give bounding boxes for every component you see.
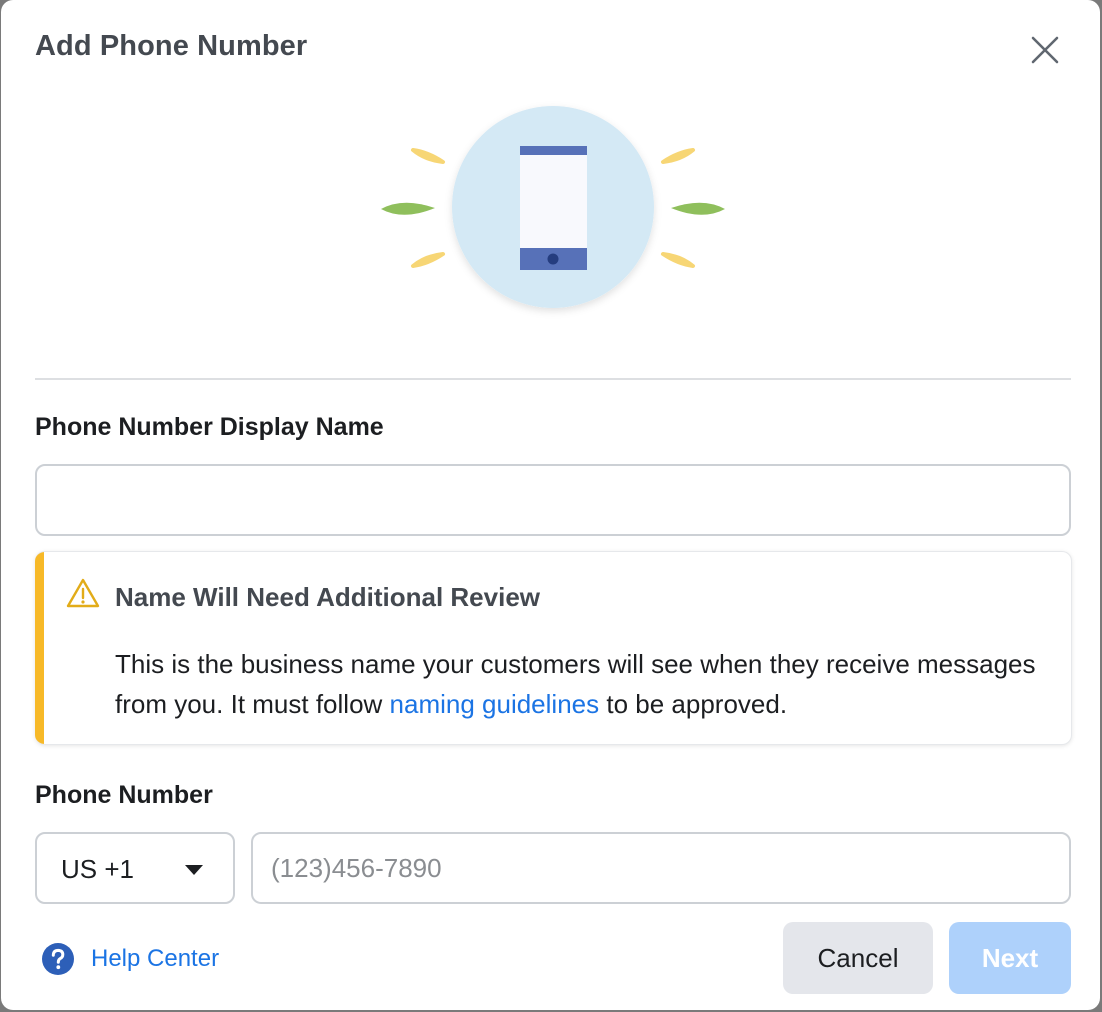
- phone-illustration: [373, 100, 733, 320]
- phone-number-input[interactable]: [251, 832, 1071, 904]
- add-phone-number-dialog: Add Phone Number Phone Number Display Na…: [1, 0, 1100, 1010]
- warning-accent-bar: [35, 552, 44, 744]
- caret-down-icon: [185, 865, 203, 875]
- warning-triangle-icon: [66, 578, 100, 608]
- question-circle-icon: [42, 943, 74, 975]
- dialog-title: Add Phone Number: [35, 30, 308, 62]
- review-warning-card: Name Will Need Additional Review This is…: [35, 551, 1072, 745]
- country-code-value: US +1: [61, 854, 134, 884]
- smartphone-icon: [381, 106, 725, 308]
- cancel-button[interactable]: Cancel: [783, 922, 933, 994]
- country-code-select[interactable]: US +1: [35, 832, 235, 904]
- warning-body-text-end: to be approved.: [599, 689, 788, 719]
- close-button[interactable]: [1027, 32, 1063, 68]
- naming-guidelines-link[interactable]: naming guidelines: [390, 689, 600, 719]
- section-divider: [35, 378, 1071, 380]
- phone-number-label: Phone Number: [35, 781, 213, 809]
- help-center-link[interactable]: Help Center: [41, 941, 219, 977]
- warning-title: Name Will Need Additional Review: [115, 582, 541, 612]
- next-button[interactable]: Next: [949, 922, 1071, 994]
- close-icon: [1031, 36, 1059, 64]
- help-center-label: Help Center: [91, 945, 220, 972]
- display-name-input[interactable]: [35, 464, 1071, 536]
- display-name-label: Phone Number Display Name: [35, 413, 384, 441]
- warning-body: This is the business name your customers…: [115, 644, 1045, 724]
